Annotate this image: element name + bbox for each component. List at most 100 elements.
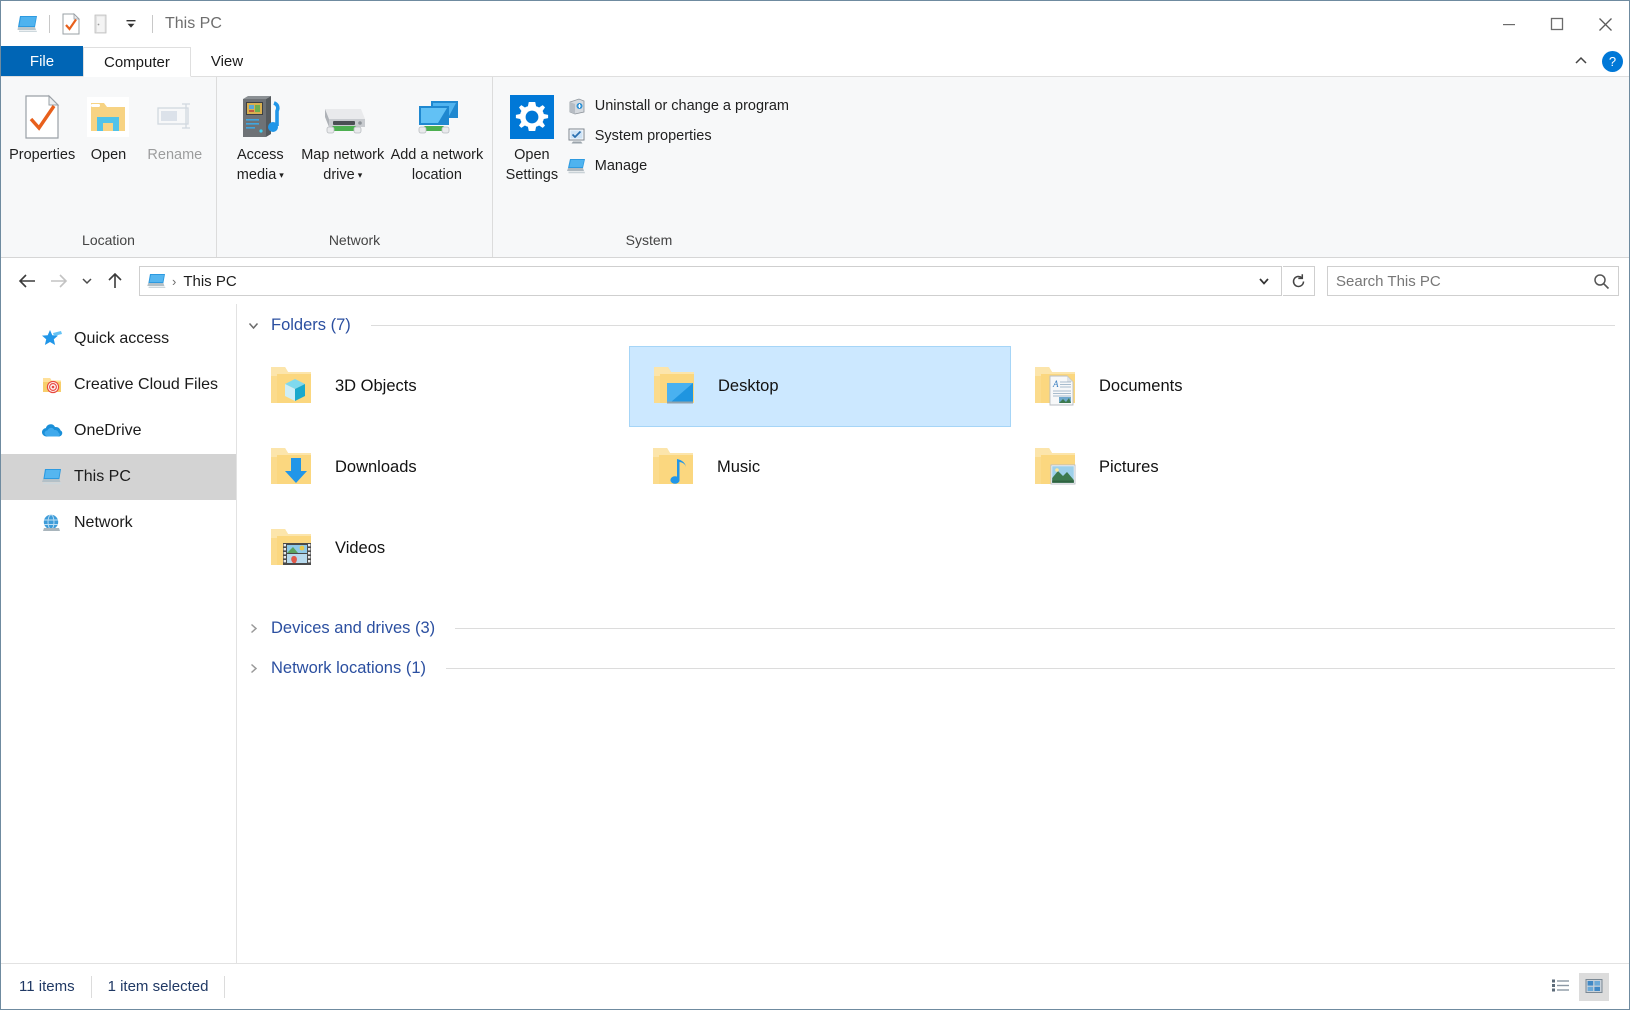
section-title: Network locations (1) [271, 659, 426, 678]
window-title: This PC [165, 15, 222, 33]
back-arrow-icon[interactable] [11, 265, 43, 297]
sidebar-item-label: Network [74, 514, 133, 532]
tile-downloads[interactable]: Downloads [247, 427, 629, 508]
search-box[interactable] [1327, 266, 1619, 296]
folder-pictures-icon [1031, 442, 1083, 494]
uninstall-program-button[interactable]: Uninstall or change a program [563, 93, 797, 119]
status-divider-1 [91, 976, 92, 998]
this-pc-quick-icon[interactable] [13, 9, 43, 39]
properties-quick-icon[interactable] [56, 9, 86, 39]
sidebar-item-creative-cloud-files[interactable]: Creative Cloud Files [1, 362, 236, 408]
customize-qat-icon[interactable] [116, 9, 146, 39]
tab-computer[interactable]: Computer [83, 47, 191, 77]
up-arrow-icon[interactable] [99, 265, 131, 297]
chevron-down-icon[interactable] [1251, 274, 1277, 288]
ribbon-group-location-title: Location [1, 232, 216, 257]
properties-label: Properties [9, 145, 75, 165]
folder-music-icon [649, 442, 701, 494]
manage-label: Manage [595, 158, 647, 174]
map-network-drive-button[interactable]: Map network drive▾ [296, 85, 390, 185]
open-settings-button[interactable]: OpenSettings [501, 85, 563, 185]
manage-icon [567, 156, 587, 176]
view-toggles [1545, 973, 1623, 1001]
open-label: Open [75, 145, 141, 165]
system-properties-label: System properties [595, 128, 712, 144]
section-header-network-locations[interactable]: Network locations (1) [237, 651, 1629, 685]
uninstall-program-icon [567, 96, 587, 116]
section-header-devices-and-drives[interactable]: Devices and drives (3) [237, 611, 1629, 645]
file-list-view[interactable]: Folders (7) [237, 304, 1629, 963]
forward-arrow-icon[interactable] [43, 265, 75, 297]
status-bar: 11 items 1 item selected [1, 963, 1629, 1009]
rename-button[interactable]: Rename [142, 85, 208, 181]
this-pc-icon [146, 272, 168, 290]
recent-locations-icon[interactable] [75, 265, 99, 297]
ribbon-group-network: Access media▾ [216, 77, 492, 257]
section-title: Folders (7) [271, 316, 351, 335]
chevron-down-icon: ▾ [358, 165, 363, 185]
access-media-icon [236, 91, 284, 143]
search-input[interactable] [1336, 273, 1593, 290]
folder-videos-icon [267, 523, 319, 575]
open-quick-icon[interactable] [86, 9, 116, 39]
large-icons-view-icon[interactable] [1579, 973, 1609, 1001]
ribbon-group-system-title: System [493, 232, 805, 257]
section-rule [371, 325, 1615, 326]
properties-button[interactable]: Properties [9, 85, 75, 181]
search-icon[interactable] [1593, 273, 1610, 290]
tab-file[interactable]: File [1, 46, 83, 76]
sidebar-item-quick-access[interactable]: Quick access [1, 316, 236, 362]
map-network-drive-label: Map network drive▾ [296, 145, 390, 185]
details-view-icon[interactable] [1545, 973, 1575, 1001]
chevron-up-icon[interactable] [1570, 50, 1592, 72]
quick-access-toolbar: This PC [1, 9, 222, 39]
tile-music[interactable]: Music [629, 427, 1011, 508]
tabstrip-actions: ? [1570, 50, 1623, 72]
item-count: 11 items [19, 978, 75, 995]
open-settings-label: OpenSettings [501, 145, 563, 185]
tile-desktop[interactable]: Desktop [629, 346, 1011, 427]
chevron-down-icon[interactable] [247, 319, 263, 332]
close-icon[interactable] [1581, 1, 1629, 47]
section-header-folders[interactable]: Folders (7) [237, 308, 1629, 342]
section-title: Devices and drives (3) [271, 619, 435, 638]
access-media-button[interactable]: Access media▾ [225, 85, 296, 185]
system-properties-icon [567, 126, 587, 146]
refresh-icon[interactable] [1283, 266, 1315, 296]
sidebar-item-onedrive[interactable]: OneDrive [1, 408, 236, 454]
open-button[interactable]: Open [75, 85, 141, 181]
sidebar-item-network[interactable]: Network [1, 500, 236, 546]
tile-documents[interactable]: A Documents [1011, 346, 1393, 427]
sidebar-item-label: Creative Cloud Files [74, 376, 218, 394]
qat-divider-1 [49, 15, 50, 33]
breadcrumb[interactable]: This PC [183, 273, 236, 290]
ribbon-tabstrip: File Computer View ? [1, 47, 1629, 77]
folder-downloads-icon [267, 442, 319, 494]
explorer-body: Quick access Creative Cloud Files [1, 304, 1629, 963]
help-icon[interactable]: ? [1602, 51, 1623, 72]
sidebar-item-label: Quick access [74, 330, 169, 348]
title-bar: This PC [1, 1, 1629, 47]
network-globe-icon [41, 512, 63, 534]
tile-3d-objects[interactable]: 3D Objects [247, 346, 629, 427]
access-media-label: Access media▾ [225, 145, 296, 185]
chevron-right-icon[interactable] [247, 622, 263, 635]
minimize-icon[interactable] [1485, 1, 1533, 47]
system-properties-button[interactable]: System properties [563, 123, 797, 149]
maximize-icon[interactable] [1533, 1, 1581, 47]
folder-documents-icon: A [1031, 361, 1083, 413]
ribbon: Properties Open [1, 77, 1629, 258]
tab-view[interactable]: View [191, 46, 263, 76]
manage-button[interactable]: Manage [563, 153, 797, 179]
tile-videos[interactable]: Videos [247, 508, 629, 589]
ribbon-group-location: Properties Open [1, 77, 216, 257]
add-network-location-button[interactable]: Add a network location [390, 85, 484, 185]
qat-divider-2 [152, 15, 153, 33]
breadcrumb-bar[interactable]: › This PC [139, 266, 1282, 296]
tile-pictures[interactable]: Pictures [1011, 427, 1393, 508]
sidebar-item-this-pc[interactable]: This PC [1, 454, 236, 500]
properties-icon [22, 91, 62, 143]
rename-label: Rename [142, 145, 208, 165]
chevron-right-icon[interactable] [247, 662, 263, 675]
chevron-down-icon: ▾ [279, 165, 284, 185]
